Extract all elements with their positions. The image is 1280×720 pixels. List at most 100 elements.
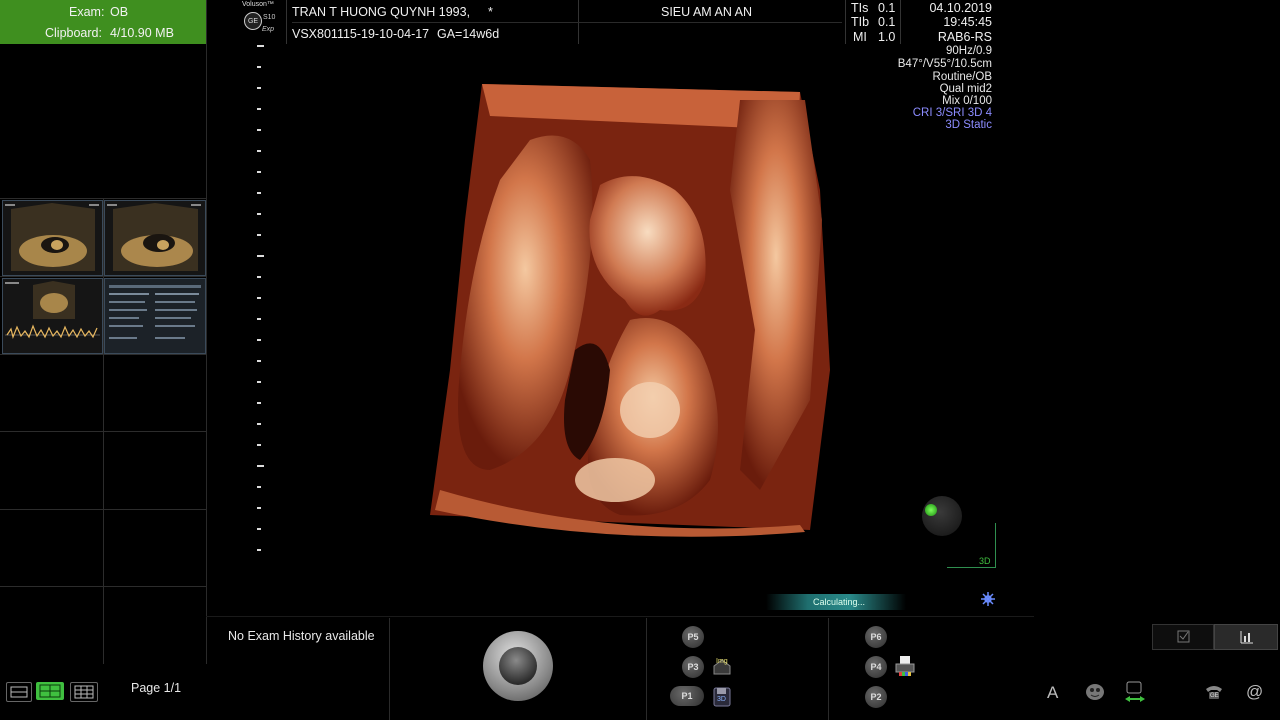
depth-tick bbox=[257, 66, 261, 68]
left-panel: Exam: OB Clipboard: 4/10.90 MB bbox=[0, 0, 207, 664]
depth-tick bbox=[257, 255, 264, 257]
snowflake-freeze-icon[interactable] bbox=[980, 591, 996, 607]
p5-button[interactable]: P5 bbox=[682, 626, 704, 648]
layout-single-icon bbox=[10, 686, 28, 698]
p6-button[interactable]: P6 bbox=[865, 626, 887, 648]
frame-rate: 90Hz/0.9 bbox=[945, 45, 992, 57]
depth-tick bbox=[257, 549, 261, 551]
mix-ratio: Mix 0/100 bbox=[942, 95, 992, 107]
body-mark-icon[interactable] bbox=[1084, 682, 1106, 702]
exam-time: 19:45:45 bbox=[943, 15, 992, 29]
checkbox-icon bbox=[1177, 630, 1190, 643]
probe-name: RAB6-RS bbox=[937, 30, 992, 44]
bottom-divider bbox=[206, 616, 1034, 617]
checklist-button[interactable] bbox=[1152, 624, 1214, 650]
depth-tick bbox=[257, 192, 261, 194]
depth-tick bbox=[257, 213, 261, 215]
ultrasound-thumbnail-image bbox=[107, 203, 201, 271]
depth-tick bbox=[257, 507, 261, 509]
brand-suffix: Exp bbox=[262, 26, 275, 33]
page-indicator: Page 1/1 bbox=[131, 681, 182, 695]
ultrasound-thumbnail-image bbox=[5, 203, 99, 271]
ultrasound-thumbnail-1[interactable] bbox=[2, 200, 103, 276]
print-icon[interactable] bbox=[893, 654, 917, 678]
patient-name[interactable]: TRAN T HUONG QUYNH 1993, bbox=[292, 5, 470, 19]
image-store-label: Img bbox=[716, 658, 728, 665]
save-3d-icon[interactable]: 3D bbox=[712, 687, 732, 707]
image-store-icon[interactable]: Img bbox=[711, 656, 733, 676]
p4-button[interactable]: P4 bbox=[865, 656, 887, 678]
brand-name: Voluson™ bbox=[242, 1, 274, 8]
depth-tick bbox=[257, 486, 261, 488]
exam-info-box[interactable]: Exam: OB Clipboard: 4/10.90 MB bbox=[0, 0, 206, 44]
depth-tick bbox=[257, 234, 261, 236]
exam-date: 04.10.2019 bbox=[929, 1, 992, 15]
telephone-graphic bbox=[1206, 686, 1222, 699]
depth-tick bbox=[257, 465, 264, 467]
depth-tick bbox=[257, 87, 261, 89]
depth-tick bbox=[257, 528, 261, 530]
exam-history-text: No Exam History available bbox=[228, 629, 375, 643]
depth-tick bbox=[257, 171, 261, 173]
orientation-marker-icon bbox=[925, 504, 937, 516]
email-icon[interactable]: @ bbox=[1246, 682, 1263, 702]
patient-marker: * bbox=[488, 5, 493, 19]
patient-id[interactable]: VSX801115-19-10-04-17 bbox=[292, 27, 429, 41]
depth-tick bbox=[257, 444, 261, 446]
depth-tick bbox=[257, 423, 261, 425]
bar-chart-icon bbox=[1240, 631, 1253, 644]
mi-value: 1.0 bbox=[878, 30, 896, 44]
doppler-thumbnail-3[interactable] bbox=[2, 278, 103, 354]
volume-angles: B47°/V55°/10.5cm bbox=[897, 58, 992, 70]
bottom-separator bbox=[389, 618, 390, 720]
doppler-thumbnail-image bbox=[5, 281, 100, 339]
cri-sri-setting: CRI 3/SRI 3D 4 bbox=[912, 107, 992, 119]
depth-tick bbox=[257, 276, 261, 278]
header-separator bbox=[286, 0, 287, 44]
trackball-control[interactable] bbox=[483, 631, 553, 701]
report-thumbnail-4[interactable] bbox=[104, 278, 206, 354]
orientation-label: 3D bbox=[979, 556, 991, 566]
layout-dual-button[interactable] bbox=[36, 682, 64, 700]
quality: Qual mid2 bbox=[939, 83, 992, 95]
mi-label: MI bbox=[853, 30, 867, 44]
bottom-separator bbox=[646, 618, 647, 720]
text-annotation-button[interactable]: A bbox=[1047, 683, 1058, 703]
clipboard-label: Clipboard: bbox=[45, 26, 102, 40]
arrow-pointer-icon[interactable] bbox=[1122, 680, 1148, 704]
report-thumbnail-image bbox=[109, 285, 201, 339]
depth-tick bbox=[257, 360, 261, 362]
phone-icon[interactable]: GE bbox=[1203, 682, 1225, 702]
save-3d-label: 3D bbox=[717, 696, 726, 703]
exam-value: OB bbox=[110, 5, 129, 19]
depth-tick bbox=[257, 318, 261, 320]
status-text: Calculating... bbox=[813, 597, 866, 607]
depth-tick bbox=[257, 381, 261, 383]
trackball-center[interactable] bbox=[499, 647, 537, 685]
exam-label: Exam: bbox=[69, 5, 105, 19]
depth-tick bbox=[257, 297, 261, 299]
header-separator bbox=[900, 0, 901, 44]
header-separator bbox=[845, 0, 846, 44]
header-divider bbox=[292, 22, 842, 23]
measurement-chart-button[interactable] bbox=[1214, 624, 1278, 650]
layout-single-button[interactable] bbox=[6, 682, 32, 702]
tib-value: 0.1 bbox=[878, 15, 896, 29]
depth-tick bbox=[257, 150, 261, 152]
bottom-separator bbox=[828, 618, 829, 720]
gestational-age: GA=14w6d bbox=[437, 27, 500, 41]
depth-tick bbox=[257, 45, 264, 47]
layout-dual-icon bbox=[39, 684, 61, 698]
depth-tick bbox=[257, 129, 261, 131]
p1-button[interactable]: P1 bbox=[670, 686, 704, 706]
depth-tick bbox=[257, 108, 261, 110]
p2-button[interactable]: P2 bbox=[865, 686, 887, 708]
fetal-3d-render bbox=[430, 84, 830, 537]
preset: Routine/OB bbox=[932, 71, 992, 83]
phone-label: GE bbox=[1210, 693, 1219, 699]
depth-tick bbox=[257, 339, 261, 341]
clipboard-value: 4/10.90 MB bbox=[110, 26, 174, 40]
ultrasound-thumbnail-2[interactable] bbox=[104, 200, 206, 276]
layout-grid-button[interactable] bbox=[70, 682, 98, 702]
p3-button[interactable]: P3 bbox=[682, 656, 704, 678]
